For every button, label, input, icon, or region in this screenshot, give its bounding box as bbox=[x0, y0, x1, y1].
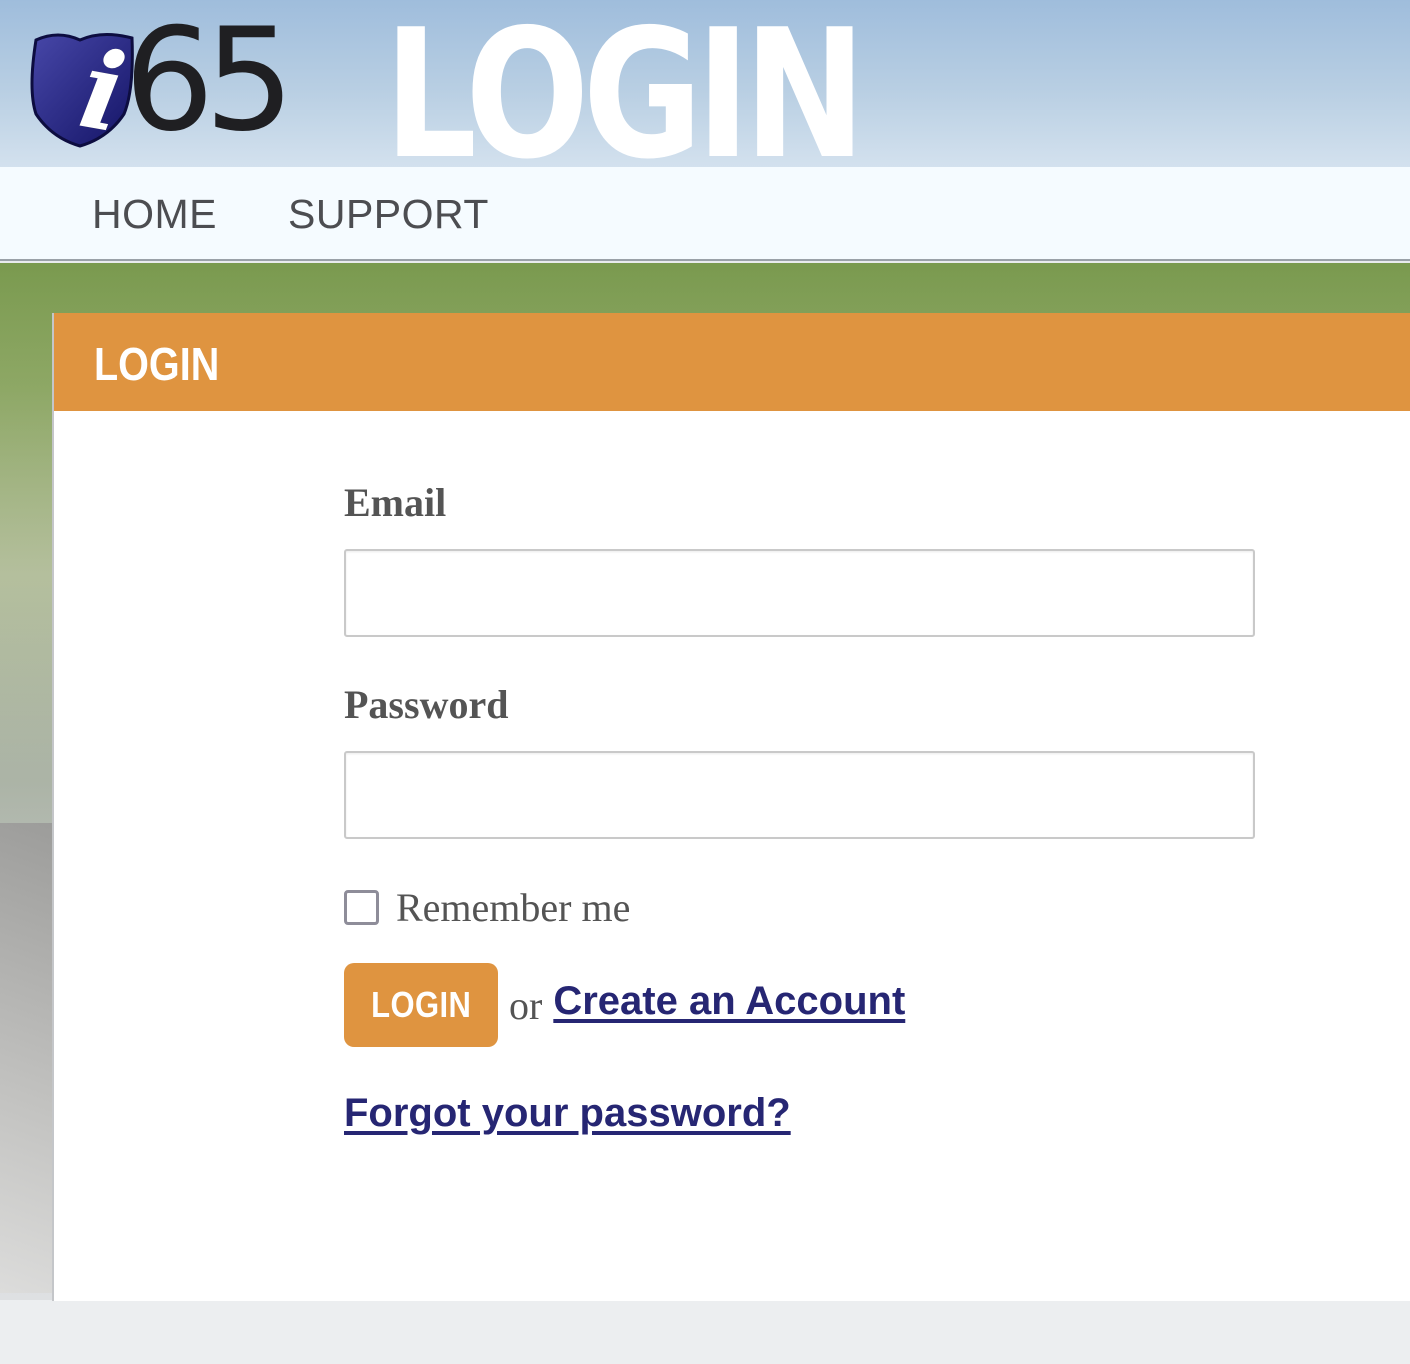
remember-me-row: Remember me bbox=[344, 884, 1256, 931]
login-card: LOGIN Email Password Remember me LOGIN o… bbox=[52, 313, 1410, 1301]
site-logo[interactable]: i 65 bbox=[28, 10, 300, 158]
login-button[interactable]: LOGIN bbox=[344, 963, 498, 1047]
password-label: Password bbox=[344, 682, 509, 727]
main-nav: HOME SUPPORT bbox=[0, 167, 1410, 261]
form-actions: LOGIN or Create an Account bbox=[344, 963, 1256, 1047]
logo-number: 65 bbox=[124, 0, 295, 163]
hero-title: LOGIN bbox=[384, 0, 866, 168]
login-card-header: LOGIN bbox=[54, 313, 1410, 411]
password-input[interactable] bbox=[344, 751, 1255, 839]
nav-home-link[interactable]: HOME bbox=[92, 191, 217, 238]
email-input[interactable] bbox=[344, 549, 1255, 637]
email-label: Email bbox=[344, 480, 447, 525]
nav-support-link[interactable]: SUPPORT bbox=[288, 191, 489, 238]
create-account-link[interactable]: Create an Account bbox=[553, 979, 905, 1024]
site-header: i 65 LOGIN bbox=[0, 0, 1410, 167]
background-road bbox=[0, 823, 60, 1293]
forgot-password-link[interactable]: Forgot your password? bbox=[344, 1091, 791, 1135]
footer-band bbox=[0, 1300, 1410, 1364]
remember-me-checkbox[interactable] bbox=[344, 889, 379, 925]
remember-me-label[interactable]: Remember me bbox=[396, 884, 630, 931]
forgot-password-row: Forgot your password? bbox=[344, 1091, 1256, 1136]
or-text: or bbox=[509, 982, 543, 1028]
login-form: Email Password Remember me LOGIN or Crea… bbox=[344, 477, 1256, 1136]
login-button-label: LOGIN bbox=[370, 984, 472, 1025]
login-card-title: LOGIN bbox=[94, 338, 220, 390]
